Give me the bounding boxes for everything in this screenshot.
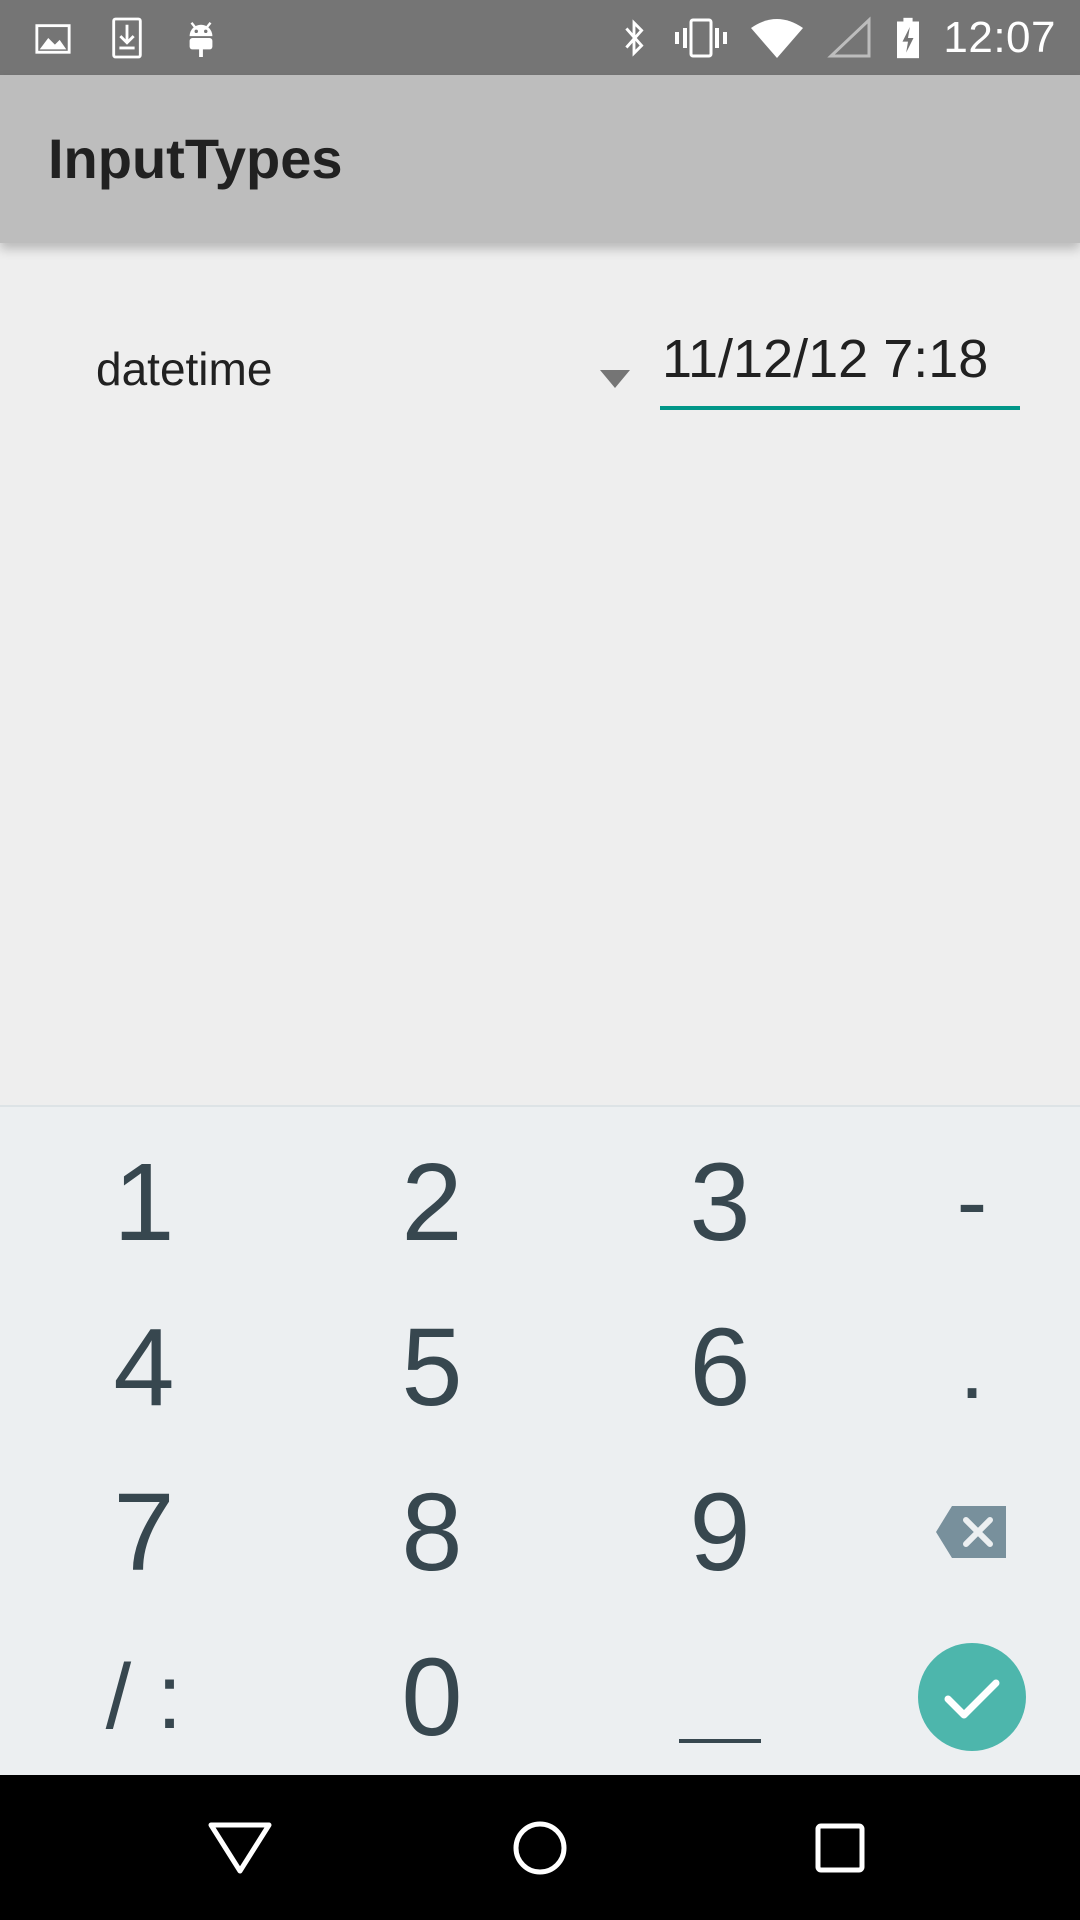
app-bar: InputTypes — [0, 75, 1080, 243]
key-minus[interactable]: - — [872, 1137, 1072, 1267]
key-period[interactable]: . — [872, 1302, 1072, 1432]
cellular-icon — [825, 16, 873, 60]
key-3[interactable]: 3 — [620, 1137, 820, 1267]
backspace-icon — [936, 1506, 1006, 1558]
datetime-input[interactable]: 11/12/12 7:18 — [660, 320, 1020, 412]
key-9[interactable]: 9 — [620, 1467, 820, 1597]
android-icon — [182, 16, 220, 60]
home-icon — [513, 1821, 567, 1874]
back-button[interactable] — [185, 1795, 295, 1900]
key-1[interactable]: 1 — [44, 1137, 244, 1267]
key-6[interactable]: 6 — [620, 1302, 820, 1432]
key-7[interactable]: 7 — [44, 1467, 244, 1597]
dropdown-arrow-icon — [600, 370, 630, 388]
wifi-icon — [749, 16, 805, 60]
key-slash-colon[interactable]: / : — [44, 1632, 244, 1762]
space-key[interactable] — [620, 1632, 820, 1762]
input-underline — [660, 406, 1020, 410]
key-2[interactable]: 2 — [332, 1137, 532, 1267]
key-4[interactable]: 4 — [44, 1302, 244, 1432]
input-type-spinner[interactable]: datetime — [96, 320, 646, 410]
recents-icon — [815, 1823, 865, 1872]
datetime-input-value: 11/12/12 7:18 — [662, 329, 989, 389]
status-time: 12:07 — [943, 12, 1056, 62]
space-bar-icon — [679, 1739, 761, 1743]
image-icon — [34, 16, 72, 60]
home-button[interactable] — [485, 1795, 595, 1900]
navigation-bar — [0, 1775, 1080, 1920]
battery-charging-icon — [893, 16, 923, 60]
key-0[interactable]: 0 — [332, 1632, 532, 1762]
key-8[interactable]: 8 — [332, 1467, 532, 1597]
key-5[interactable]: 5 — [332, 1302, 532, 1432]
check-icon — [918, 1643, 1026, 1751]
download-icon — [108, 16, 146, 60]
vibrate-icon — [673, 16, 729, 60]
recents-button[interactable] — [785, 1795, 895, 1900]
done-key[interactable] — [872, 1632, 1072, 1762]
back-icon — [208, 1822, 272, 1873]
numeric-keyboard: 1 2 3 - 4 5 6 . 7 8 9 / : 0 — [0, 1105, 1080, 1775]
input-row: datetime 11/12/12 7:18 — [0, 300, 1080, 440]
bluetooth-icon — [615, 16, 653, 60]
status-bar: 12:07 — [0, 0, 1080, 75]
spinner-label: datetime — [96, 343, 273, 395]
backspace-key[interactable] — [872, 1467, 1072, 1597]
page-title: InputTypes — [48, 127, 343, 190]
